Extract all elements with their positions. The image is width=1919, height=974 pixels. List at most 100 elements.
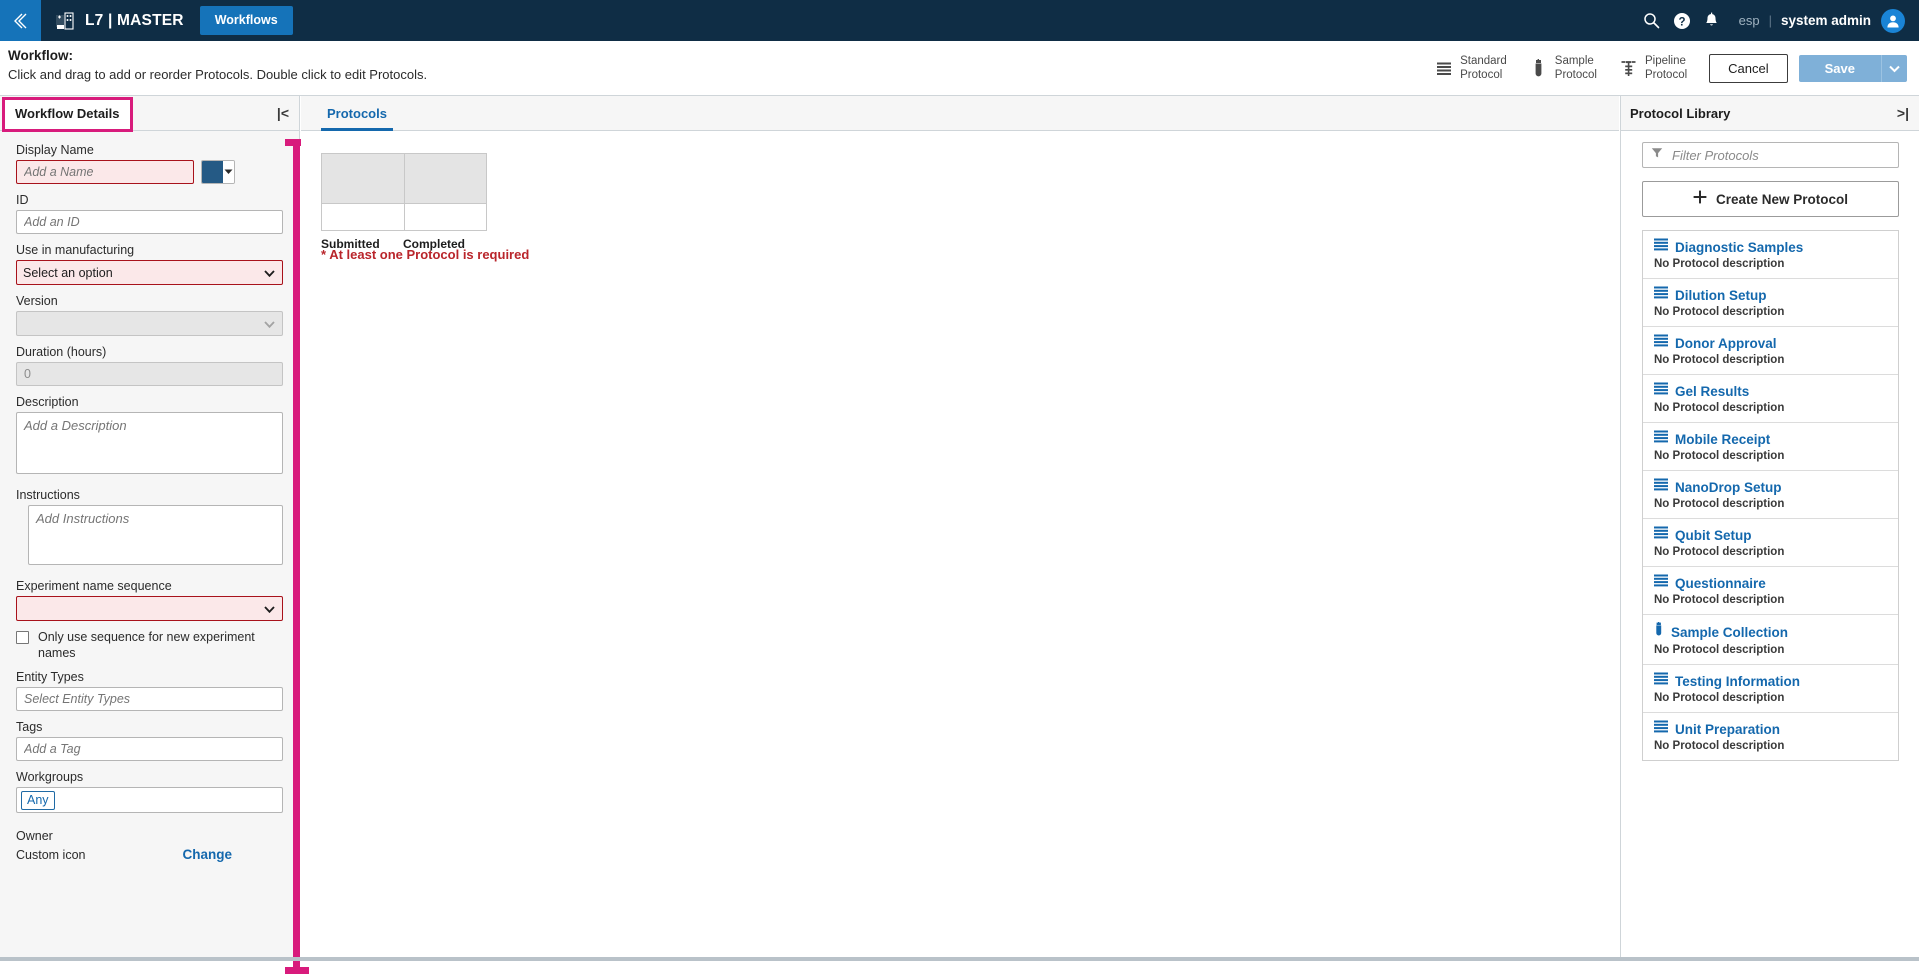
collapse-right-icon[interactable]: >| bbox=[1897, 105, 1909, 121]
protocol-item-description: No Protocol description bbox=[1654, 258, 1889, 270]
flow-column-submitted[interactable] bbox=[322, 154, 404, 230]
protocol-item-name[interactable]: Dilution Setup bbox=[1675, 288, 1767, 303]
protocols-canvas[interactable]: Submitted Completed * At least one Proto… bbox=[301, 131, 1619, 957]
protocol-item-head: NanoDrop Setup bbox=[1654, 478, 1889, 496]
app-title: L7 | MASTER bbox=[85, 12, 184, 30]
protocol-item-name[interactable]: Qubit Setup bbox=[1675, 528, 1752, 543]
chevron-down-icon bbox=[223, 161, 234, 183]
standard-protocol-icon bbox=[1654, 672, 1668, 690]
description-textarea[interactable] bbox=[16, 412, 283, 474]
workgroup-chip-any[interactable]: Any bbox=[21, 791, 55, 810]
change-custom-icon-link[interactable]: Change bbox=[182, 847, 232, 862]
bell-icon[interactable] bbox=[1697, 6, 1727, 36]
tags-input[interactable] bbox=[16, 737, 283, 761]
protocol-item-description: No Protocol description bbox=[1654, 402, 1889, 414]
protocol-item-name[interactable]: Gel Results bbox=[1675, 384, 1749, 399]
back-button[interactable] bbox=[0, 0, 41, 41]
list-item[interactable]: Diagnostic Samples No Protocol descripti… bbox=[1643, 231, 1898, 279]
list-item[interactable]: Sample Collection No Protocol descriptio… bbox=[1643, 615, 1898, 665]
protocol-item-name[interactable]: Diagnostic Samples bbox=[1675, 240, 1803, 255]
create-new-protocol-button[interactable]: Create New Protocol bbox=[1642, 181, 1899, 217]
list-item[interactable]: Dilution Setup No Protocol description bbox=[1643, 279, 1898, 327]
sample-protocol-icon bbox=[1529, 57, 1548, 81]
protocol-library-body: Filter Protocols Create New Protocol bbox=[1621, 131, 1919, 761]
top-navigation-bar: L7 | MASTER Workflows ? esp | system adm… bbox=[0, 0, 1919, 41]
instructions-label: Instructions bbox=[16, 488, 285, 502]
add-pipeline-protocol-button[interactable]: Pipeline Protocol bbox=[1619, 55, 1687, 82]
flow-column-completed[interactable] bbox=[404, 154, 486, 230]
only-use-sequence-row[interactable]: Only use sequence for new experiment nam… bbox=[16, 629, 278, 661]
marker-cap-bottom bbox=[285, 967, 309, 974]
list-item[interactable]: Unit Preparation No Protocol description bbox=[1643, 713, 1898, 760]
add-sample-protocol-button[interactable]: Sample Protocol bbox=[1529, 55, 1597, 82]
language-selector[interactable]: esp bbox=[1739, 13, 1760, 28]
display-name-input[interactable] bbox=[16, 160, 194, 184]
standard-protocol-icon bbox=[1654, 334, 1668, 352]
list-item[interactable]: Questionnaire No Protocol description bbox=[1643, 567, 1898, 615]
protocol-library-title: Protocol Library bbox=[1630, 106, 1730, 121]
id-input[interactable] bbox=[16, 210, 283, 234]
protocol-item-description: No Protocol description bbox=[1654, 692, 1889, 704]
protocol-item-name[interactable]: NanoDrop Setup bbox=[1675, 480, 1782, 495]
custom-icon-row: Custom icon Change bbox=[16, 847, 283, 862]
cancel-button[interactable]: Cancel bbox=[1709, 54, 1787, 83]
protocol-item-description: No Protocol description bbox=[1654, 498, 1889, 510]
protocol-item-name[interactable]: Unit Preparation bbox=[1675, 722, 1780, 737]
standard-protocol-label: Standard Protocol bbox=[1460, 55, 1507, 82]
filter-protocols-input[interactable]: Filter Protocols bbox=[1642, 142, 1899, 168]
experiment-name-sequence-select[interactable] bbox=[16, 596, 283, 621]
list-item[interactable]: Mobile Receipt No Protocol description bbox=[1643, 423, 1898, 471]
add-standard-protocol-button[interactable]: Standard Protocol bbox=[1434, 55, 1507, 82]
instructions-textarea[interactable] bbox=[28, 505, 283, 565]
flow-cell-bottom bbox=[405, 203, 486, 230]
search-icon[interactable] bbox=[1637, 6, 1667, 36]
save-dropdown-button[interactable] bbox=[1881, 55, 1907, 82]
only-use-sequence-checkbox[interactable] bbox=[16, 631, 29, 644]
page-header-actions: Standard Protocol Sample Protocol bbox=[1434, 41, 1907, 96]
user-name-label[interactable]: system admin bbox=[1781, 13, 1871, 28]
display-name-label: Display Name bbox=[16, 143, 285, 157]
color-swatch bbox=[202, 161, 223, 183]
protocol-item-description: No Protocol description bbox=[1654, 354, 1889, 366]
chevron-down-icon bbox=[1889, 65, 1900, 73]
save-button[interactable]: Save bbox=[1799, 55, 1881, 82]
protocol-item-name[interactable]: Mobile Receipt bbox=[1675, 432, 1770, 447]
version-select bbox=[16, 311, 283, 336]
chevron-down-icon bbox=[264, 266, 275, 280]
help-circle-icon[interactable]: ? bbox=[1667, 6, 1697, 36]
protocols-canvas-panel: Protocols Submitted Completed bbox=[301, 96, 1619, 957]
entity-types-input[interactable] bbox=[16, 687, 283, 711]
protocol-item-name[interactable]: Testing Information bbox=[1675, 674, 1800, 689]
list-item[interactable]: Gel Results No Protocol description bbox=[1643, 375, 1898, 423]
color-picker-button[interactable] bbox=[201, 160, 235, 184]
list-item[interactable]: Donor Approval No Protocol description bbox=[1643, 327, 1898, 375]
standard-protocol-icon bbox=[1654, 430, 1668, 448]
protocol-item-head: Diagnostic Samples bbox=[1654, 238, 1889, 256]
label-line-1: Standard bbox=[1460, 55, 1507, 67]
list-item[interactable]: Testing Information No Protocol descript… bbox=[1643, 665, 1898, 713]
page-subtitle: Click and drag to add or reorder Protoco… bbox=[8, 67, 427, 82]
use-in-manufacturing-select[interactable]: Select an option bbox=[16, 260, 283, 285]
entity-types-label: Entity Types bbox=[16, 670, 285, 684]
flow-cell-top bbox=[322, 154, 404, 203]
list-item[interactable]: NanoDrop Setup No Protocol description bbox=[1643, 471, 1898, 519]
collapse-left-icon[interactable]: |< bbox=[277, 105, 289, 121]
plus-icon bbox=[1693, 190, 1707, 209]
tab-protocols[interactable]: Protocols bbox=[321, 106, 393, 131]
list-item[interactable]: Qubit Setup No Protocol description bbox=[1643, 519, 1898, 567]
protocol-item-name[interactable]: Donor Approval bbox=[1675, 336, 1777, 351]
workgroups-input[interactable]: Any bbox=[16, 787, 283, 813]
label-line-2: Protocol bbox=[1555, 69, 1597, 81]
protocol-item-description: No Protocol description bbox=[1654, 740, 1889, 752]
protocol-required-error: * At least one Protocol is required bbox=[321, 247, 529, 262]
protocol-item-description: No Protocol description bbox=[1654, 644, 1889, 656]
sample-protocol-label: Sample Protocol bbox=[1555, 55, 1597, 82]
marker-stem bbox=[293, 139, 300, 974]
nav-tab-workflows[interactable]: Workflows bbox=[200, 6, 293, 35]
protocol-item-name[interactable]: Sample Collection bbox=[1671, 625, 1788, 640]
standard-protocol-icon bbox=[1654, 526, 1668, 544]
protocol-item-name[interactable]: Questionnaire bbox=[1675, 576, 1766, 591]
standard-protocol-icon bbox=[1654, 286, 1668, 304]
user-avatar-icon[interactable] bbox=[1881, 9, 1905, 33]
page-header: Workflow: Click and drag to add or reord… bbox=[0, 41, 1919, 96]
